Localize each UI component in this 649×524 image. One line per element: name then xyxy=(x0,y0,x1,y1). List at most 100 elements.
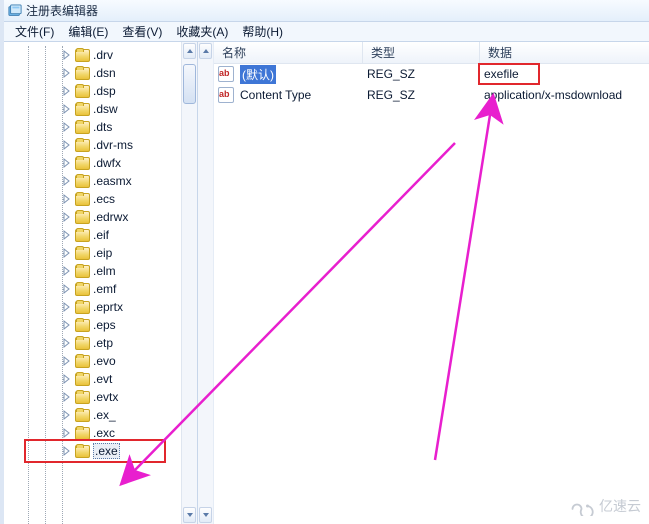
chevron-right-icon[interactable] xyxy=(62,212,72,222)
chevron-right-icon[interactable] xyxy=(62,374,72,384)
tree-node-label: .eip xyxy=(93,246,112,260)
chevron-right-icon[interactable] xyxy=(62,140,72,150)
listview-rows: (默认)REG_SZexefile Content Type REG_SZappli… xyxy=(214,64,649,106)
tree-node[interactable]: .edrwx xyxy=(4,208,197,226)
scroll-up-button[interactable] xyxy=(183,43,196,59)
tree-node[interactable]: .exe xyxy=(4,442,197,460)
chevron-right-icon[interactable] xyxy=(62,176,72,186)
tree-node-label: .ecs xyxy=(93,192,115,206)
folder-icon xyxy=(75,337,90,350)
tree-node[interactable]: .dwfx xyxy=(4,154,197,172)
chevron-right-icon[interactable] xyxy=(62,68,72,78)
menu-edit[interactable]: 编辑(E) xyxy=(61,21,115,42)
tree-node[interactable]: .drv xyxy=(4,46,197,64)
column-header-name[interactable]: 名称 xyxy=(214,42,363,63)
tree-node-label: .etp xyxy=(93,336,113,350)
menu-favorites[interactable]: 收藏夹(A) xyxy=(169,21,235,42)
tree-node[interactable]: .eps xyxy=(4,316,197,334)
tree-node[interactable]: .ex_ xyxy=(4,406,197,424)
column-header-data[interactable]: 数据 xyxy=(480,42,649,63)
listview-main: 名称 类型 数据 (默认)REG_SZexefile Content Type RE… xyxy=(214,42,649,524)
tree-node-label: .dsp xyxy=(93,84,116,98)
tree-node[interactable]: .dsw xyxy=(4,100,197,118)
chevron-right-icon[interactable] xyxy=(62,320,72,330)
folder-icon xyxy=(75,175,90,188)
chevron-right-icon[interactable] xyxy=(62,428,72,438)
string-value-icon xyxy=(218,66,234,82)
scroll-thumb[interactable] xyxy=(183,64,196,104)
tree-node[interactable]: .dts xyxy=(4,118,197,136)
tree-node[interactable]: .evt xyxy=(4,370,197,388)
regedit-icon xyxy=(8,4,22,18)
tree-scrollbar[interactable] xyxy=(181,42,197,524)
chevron-right-icon[interactable] xyxy=(62,86,72,96)
folder-icon xyxy=(75,121,90,134)
chevron-right-icon[interactable] xyxy=(62,266,72,276)
folder-icon xyxy=(75,301,90,314)
listview-pane: 名称 类型 数据 (默认)REG_SZexefile Content Type RE… xyxy=(198,42,649,524)
chevron-right-icon[interactable] xyxy=(62,446,72,456)
cell-type: REG_SZ xyxy=(363,88,480,102)
chevron-right-icon[interactable] xyxy=(62,104,72,114)
chevron-right-icon[interactable] xyxy=(62,338,72,348)
tree-node[interactable]: .dsn xyxy=(4,64,197,82)
scroll-down-button[interactable] xyxy=(199,507,212,523)
listview-scrollbar[interactable] xyxy=(198,42,214,524)
titlebar[interactable]: 注册表编辑器 xyxy=(4,0,649,22)
scroll-up-button[interactable] xyxy=(199,43,212,59)
menubar: 文件(F) 编辑(E) 查看(V) 收藏夹(A) 帮助(H) xyxy=(4,22,649,42)
tree-node[interactable]: .eif xyxy=(4,226,197,244)
folder-icon xyxy=(75,85,90,98)
chevron-right-icon[interactable] xyxy=(62,284,72,294)
folder-icon xyxy=(75,355,90,368)
tree-node-label: .evt xyxy=(93,372,112,386)
folder-icon xyxy=(75,139,90,152)
tree-node-label: .exe xyxy=(93,443,120,459)
chevron-right-icon[interactable] xyxy=(62,356,72,366)
scroll-track[interactable] xyxy=(182,60,197,506)
content-area: .drv.dsn .dsp .dsw .dts .dvr-ms .dwfx.easmx .e… xyxy=(4,42,649,524)
tree-node[interactable]: .elm xyxy=(4,262,197,280)
cell-data: application/x-msdownload xyxy=(480,88,649,102)
tree-node[interactable]: .emf xyxy=(4,280,197,298)
tree-node[interactable]: .etp xyxy=(4,334,197,352)
menu-view[interactable]: 查看(V) xyxy=(115,21,169,42)
tree-node-label: .dsw xyxy=(93,102,118,116)
scroll-down-button[interactable] xyxy=(183,507,196,523)
value-name: (默认) xyxy=(240,65,276,84)
tree-node[interactable]: .dvr-ms xyxy=(4,136,197,154)
tree-node[interactable]: .eip xyxy=(4,244,197,262)
folder-icon xyxy=(75,49,90,62)
chevron-right-icon[interactable] xyxy=(62,410,72,420)
tree-node[interactable]: .dsp xyxy=(4,82,197,100)
column-header-type[interactable]: 类型 xyxy=(363,42,480,63)
folder-icon xyxy=(75,391,90,404)
folder-icon xyxy=(75,103,90,116)
chevron-right-icon[interactable] xyxy=(62,122,72,132)
chevron-right-icon[interactable] xyxy=(62,158,72,168)
menu-file[interactable]: 文件(F) xyxy=(8,21,61,42)
listview-row[interactable]: Content Type REG_SZapplication/x-msdownlo… xyxy=(214,85,649,106)
chevron-right-icon[interactable] xyxy=(62,194,72,204)
tree-node[interactable]: .ecs xyxy=(4,190,197,208)
chevron-right-icon[interactable] xyxy=(62,230,72,240)
tree-pane[interactable]: .drv.dsn .dsp .dsw .dts .dvr-ms .dwfx.easmx .e… xyxy=(4,42,198,524)
cell-data: exefile xyxy=(480,67,649,81)
tree-node-label: .eprtx xyxy=(93,300,123,314)
chevron-right-icon[interactable] xyxy=(62,248,72,258)
menu-help[interactable]: 帮助(H) xyxy=(235,21,290,42)
scroll-track[interactable] xyxy=(198,60,213,506)
tree-node-label: .dvr-ms xyxy=(93,138,133,152)
chevron-right-icon[interactable] xyxy=(62,302,72,312)
value-name: Content Type xyxy=(240,88,311,102)
listview-row[interactable]: (默认)REG_SZexefile xyxy=(214,64,649,85)
tree-node-label: .evtx xyxy=(93,390,118,404)
tree-node[interactable]: .exc xyxy=(4,424,197,442)
tree-node[interactable]: .easmx xyxy=(4,172,197,190)
tree-node[interactable]: .evo xyxy=(4,352,197,370)
chevron-right-icon[interactable] xyxy=(62,392,72,402)
tree-node-label: .evo xyxy=(93,354,116,368)
chevron-right-icon[interactable] xyxy=(62,50,72,60)
tree-node[interactable]: .eprtx xyxy=(4,298,197,316)
tree-node[interactable]: .evtx xyxy=(4,388,197,406)
